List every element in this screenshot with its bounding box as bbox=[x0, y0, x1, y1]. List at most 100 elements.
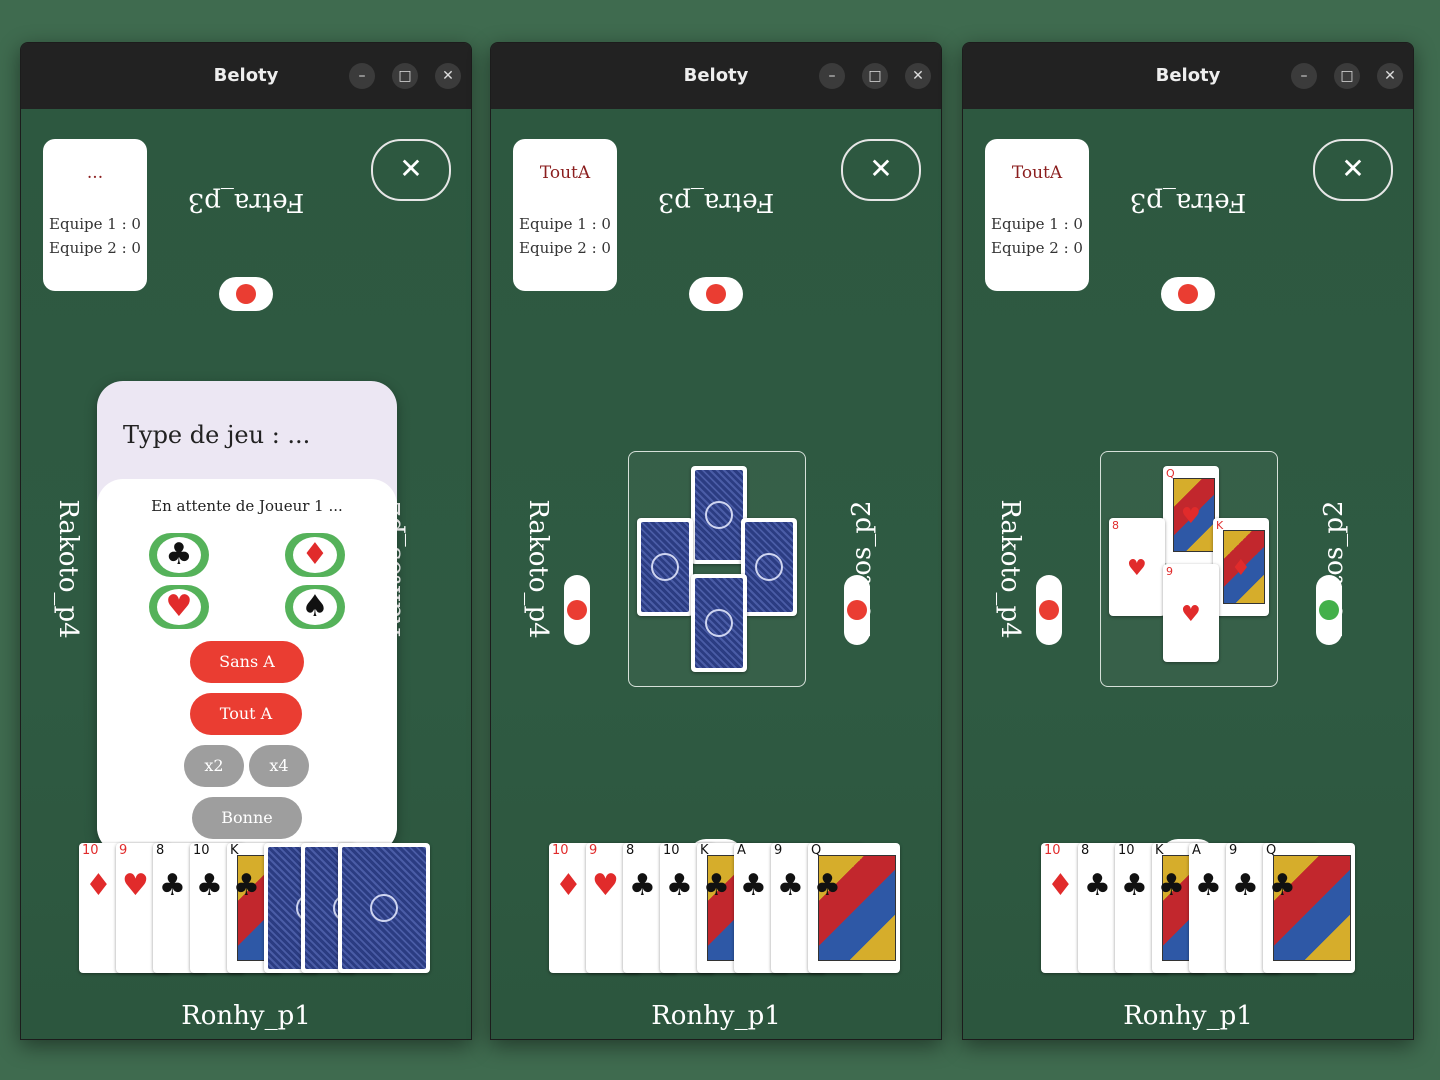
clubs-icon: ♣ bbox=[703, 868, 730, 903]
dialog-body: En attente de Joueur 1 ... ♣ ♦ ♥ ♠ Sans … bbox=[97, 479, 397, 853]
card-rank: 8 bbox=[156, 843, 165, 858]
turn-indicator-top bbox=[1161, 277, 1215, 311]
hearts-icon: ♥ bbox=[1127, 556, 1147, 581]
team2-score: Equipe 2 : 0 bbox=[49, 239, 141, 257]
title-bar: Beloty – □ ✕ bbox=[963, 43, 1413, 109]
played-card-back bbox=[637, 518, 693, 616]
hearts-button[interactable]: ♥ bbox=[149, 585, 209, 629]
dialog-title: Type de jeu : ... bbox=[123, 421, 311, 449]
clubs-icon: ♣ bbox=[666, 868, 693, 903]
playing-card-Q-hearts[interactable]: Q ♥ bbox=[1163, 466, 1219, 564]
game-mode-label: ToutA bbox=[1011, 163, 1063, 183]
card-rank: 10 bbox=[552, 843, 569, 858]
clubs-icon: ♣ bbox=[1232, 868, 1259, 903]
hearts-icon: ♥ bbox=[1181, 602, 1201, 627]
player-name-top: Fetra_p3 bbox=[1129, 187, 1247, 217]
clubs-icon: ♣ bbox=[233, 868, 260, 903]
diamonds-icon: ♦ bbox=[555, 868, 582, 903]
tout-a-button[interactable]: Tout A bbox=[190, 693, 302, 735]
playing-card-K-diamonds[interactable]: K ♦ bbox=[1213, 518, 1269, 616]
played-card-back bbox=[691, 466, 747, 564]
minimize-icon[interactable]: – bbox=[1291, 63, 1317, 89]
player-name-left: Rakoto_p4 bbox=[53, 499, 83, 639]
diamonds-button[interactable]: ♦ bbox=[285, 533, 345, 577]
maximize-icon[interactable]: □ bbox=[1334, 63, 1360, 89]
turn-indicator-top bbox=[219, 277, 273, 311]
player-hand: 10 ♦ 9 ♥ 8 ♣ 10 ♣ K ♣ A ♣ 9 ♣ Q ♣ bbox=[549, 843, 900, 975]
played-card-back bbox=[691, 574, 747, 672]
card-rank: 10 bbox=[1118, 843, 1135, 858]
card-rank: 10 bbox=[663, 843, 680, 858]
trick-area: Q ♥ 8 ♥ K ♦ 9 ♥ bbox=[1100, 451, 1278, 687]
diamonds-icon: ♦ bbox=[85, 868, 112, 903]
player-name-top: Fetra_p3 bbox=[187, 187, 305, 217]
waiting-message: En attente de Joueur 1 ... bbox=[151, 497, 343, 515]
playing-card-8-hearts[interactable]: 8 ♥ bbox=[1109, 518, 1165, 616]
player-name-bottom: Ronhy_p1 bbox=[181, 1001, 311, 1031]
spades-button[interactable]: ♠ bbox=[285, 585, 345, 629]
minimize-icon[interactable]: – bbox=[819, 63, 845, 89]
maximize-icon[interactable]: □ bbox=[862, 63, 888, 89]
clubs-icon: ♣ bbox=[1121, 868, 1148, 903]
game-window-3: Beloty – □ ✕ ToutA Equipe 1 : 0 Equipe 2… bbox=[962, 42, 1414, 1040]
card-rank: 9 bbox=[1166, 565, 1173, 578]
card-rank: 8 bbox=[1081, 843, 1090, 858]
playing-card-9-hearts[interactable]: 9 ♥ bbox=[1163, 564, 1219, 662]
card-rank: 8 bbox=[626, 843, 635, 858]
turn-indicator-left bbox=[1036, 575, 1062, 645]
card-rank: 9 bbox=[1229, 843, 1238, 858]
game-mode-label: ... bbox=[86, 163, 104, 183]
clubs-icon: ♣ bbox=[777, 868, 804, 903]
card-rank: 9 bbox=[774, 843, 783, 858]
sans-a-button[interactable]: Sans A bbox=[190, 641, 304, 683]
turn-indicator-right bbox=[844, 575, 870, 645]
card-rank: A bbox=[737, 843, 746, 858]
maximize-icon[interactable]: □ bbox=[392, 63, 418, 89]
hearts-icon: ♥ bbox=[1181, 504, 1201, 529]
diamonds-icon: ♦ bbox=[1231, 556, 1251, 581]
clubs-icon: ♣ bbox=[1195, 868, 1222, 903]
turn-indicator-top bbox=[689, 277, 743, 311]
player-hand: 10 ♦ 9 ♥ 8 ♣ 10 ♣ K ♣ bbox=[79, 843, 430, 975]
close-window-icon[interactable]: ✕ bbox=[1377, 63, 1403, 89]
minimize-icon[interactable]: – bbox=[349, 63, 375, 89]
bonne-button[interactable]: Bonne bbox=[192, 797, 302, 839]
team2-score: Equipe 2 : 0 bbox=[991, 239, 1083, 257]
clubs-icon: ♣ bbox=[196, 868, 223, 903]
clubs-icon: ♣ bbox=[629, 868, 656, 903]
player-name-top: Fetra_p3 bbox=[657, 187, 775, 217]
close-window-icon[interactable]: ✕ bbox=[435, 63, 461, 89]
played-card-back bbox=[741, 518, 797, 616]
hearts-icon: ♥ bbox=[122, 868, 149, 903]
clubs-icon: ♣ bbox=[1269, 868, 1296, 903]
card-rank: A bbox=[1192, 843, 1201, 858]
player-name-bottom: Ronhy_p1 bbox=[1123, 1001, 1253, 1031]
hearts-icon: ♥ bbox=[157, 589, 201, 625]
game-window-1: Beloty – □ ✕ ... Equipe 1 : 0 Equipe 2 :… bbox=[20, 42, 472, 1040]
playing-card-Q-clubs[interactable]: Q ♣ bbox=[1263, 843, 1355, 973]
player-name-left: Rakoto_p4 bbox=[523, 499, 553, 639]
title-bar: Beloty – □ ✕ bbox=[21, 43, 471, 109]
playing-card-Q-clubs[interactable]: Q ♣ bbox=[808, 843, 900, 973]
x4-button[interactable]: x4 bbox=[249, 745, 309, 787]
spades-icon: ♠ bbox=[293, 589, 337, 625]
trick-area bbox=[628, 451, 806, 687]
game-table: ToutA Equipe 1 : 0 Equipe 2 : 0 ✕ Fetra_… bbox=[491, 109, 941, 1039]
clubs-icon: ♣ bbox=[814, 868, 841, 903]
hearts-icon: ♥ bbox=[592, 868, 619, 903]
team1-score: Equipe 1 : 0 bbox=[49, 215, 141, 233]
clubs-icon: ♣ bbox=[740, 868, 767, 903]
card-rank: 8 bbox=[1112, 519, 1119, 532]
turn-indicator-left bbox=[564, 575, 590, 645]
clubs-button[interactable]: ♣ bbox=[149, 533, 209, 577]
title-bar: Beloty – □ ✕ bbox=[491, 43, 941, 109]
clubs-icon: ♣ bbox=[157, 537, 201, 573]
clubs-icon: ♣ bbox=[159, 868, 186, 903]
x2-button[interactable]: x2 bbox=[184, 745, 244, 787]
game-mode-label: ToutA bbox=[539, 163, 591, 183]
close-window-icon[interactable]: ✕ bbox=[905, 63, 931, 89]
turn-indicator-right bbox=[1316, 575, 1342, 645]
card-rank: 10 bbox=[193, 843, 210, 858]
diamonds-icon: ♦ bbox=[293, 537, 337, 573]
card-back[interactable] bbox=[338, 843, 430, 973]
